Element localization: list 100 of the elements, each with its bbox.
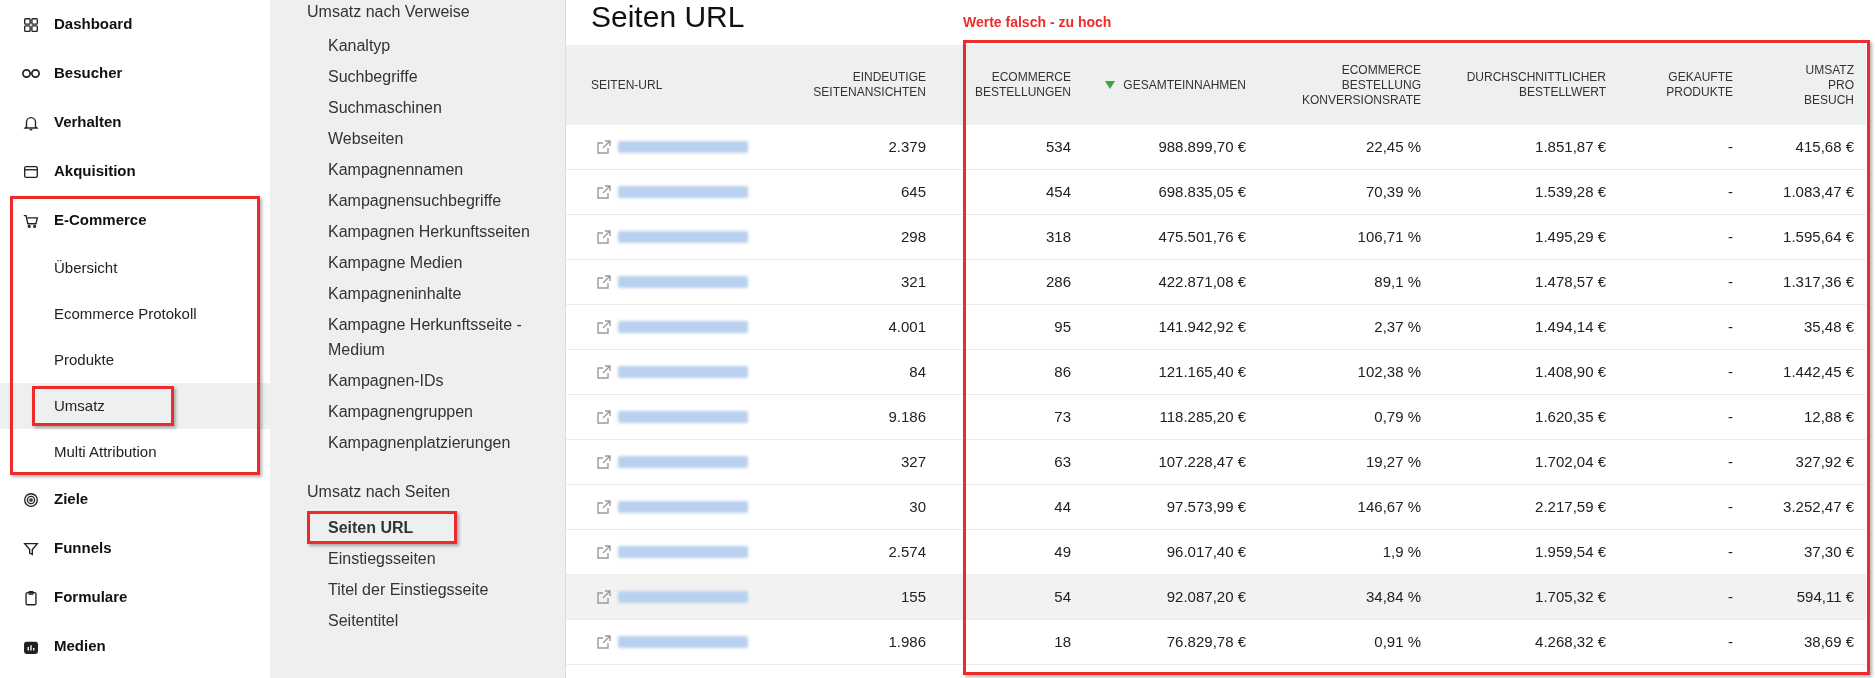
sidebar-item[interactable]: Besucher xyxy=(10,49,260,98)
table-row[interactable]: 155 54 92.087,20 € 34,84 % 1.705,32 € - 594,11 € xyxy=(566,575,1866,620)
table-cell-text: 594,11 € xyxy=(1795,586,1855,607)
external-link-icon[interactable] xyxy=(596,319,612,335)
subnav-link[interactable]: Kampagnensuchbegriffe xyxy=(328,185,502,216)
sidebar-item[interactable]: Dashboard xyxy=(10,0,260,49)
table-cell-text: 1.539,28 € xyxy=(1534,181,1607,202)
external-link-icon[interactable] xyxy=(596,409,612,425)
sidebar-item[interactable]: Funnels xyxy=(10,524,260,573)
table-cell-text: 1.986 xyxy=(887,631,927,652)
table-cell-text: 30 xyxy=(908,496,927,517)
table-cell-text: 96.017,40 € xyxy=(1165,541,1247,562)
table-cell-text: 121.165,40 € xyxy=(1157,361,1247,382)
external-link-icon[interactable] xyxy=(596,184,612,200)
sidebar-item[interactable]: E-Commerce xyxy=(10,196,260,245)
column-header[interactable]: ECOMMERCE BESTELLUNG KONVERSIONSRATE xyxy=(1258,62,1433,108)
table-cell-text: 3.252,47 € xyxy=(1782,496,1855,517)
table-cell-text: - xyxy=(1727,406,1734,427)
table-cell-text: 84 xyxy=(908,361,927,382)
table-cell-text: 1.702,04 € xyxy=(1534,451,1607,472)
sidebar-subitem[interactable]: Multi Attribution xyxy=(44,429,175,475)
sidebar-subitem[interactable]: Ecommerce Protokoll xyxy=(44,291,215,337)
table-cell-text: 118.285,20 € xyxy=(1158,406,1247,427)
subnav-link[interactable]: Kampagneninhalte xyxy=(328,278,462,309)
subnav-link[interactable]: Seitentitel xyxy=(328,605,399,636)
grid-icon xyxy=(22,15,40,34)
table-cell-text: 988.899,70 € xyxy=(1157,136,1247,157)
table-cell-text: - xyxy=(1727,496,1734,517)
table-cell-text: 106,71 % xyxy=(1356,226,1422,247)
table-cell-text: - xyxy=(1727,361,1734,382)
external-link-icon[interactable] xyxy=(596,499,612,515)
subnav-link[interactable]: Kampagne Medien xyxy=(328,247,463,278)
column-header[interactable]: ECOMMERCE BESTELLUNGEN xyxy=(938,70,1083,100)
subnav-link[interactable]: Webseiten xyxy=(328,123,404,154)
table-cell-text: 1.494,14 € xyxy=(1534,316,1607,337)
column-header[interactable]: SEITEN-URL xyxy=(566,77,766,93)
subnav-link[interactable]: Kampagnennamen xyxy=(328,154,464,185)
column-header[interactable]: GESAMTEINNAHMEN xyxy=(1083,77,1258,93)
table-cell-text: 645 xyxy=(899,181,927,202)
sidebar-item[interactable]: Formulare xyxy=(10,573,260,622)
table-cell-text: 12,88 € xyxy=(1802,406,1855,427)
table-cell-text: 1.595,64 € xyxy=(1782,226,1855,247)
table-cell-text: 22,45 % xyxy=(1364,136,1422,157)
table-cell-text: 97.573,99 € xyxy=(1165,496,1247,517)
subnav-link[interactable]: Titel der Einstiegsseite xyxy=(328,574,489,605)
subnav-link[interactable]: Kampagnengruppen xyxy=(328,396,473,427)
table-cell-text: 2.574 xyxy=(887,541,927,562)
table-cell-text: 19,27 % xyxy=(1364,451,1422,472)
subnav-link[interactable]: Kampagne Herkunftsseite - Medium xyxy=(328,309,558,365)
table-cell-text: 49 xyxy=(1053,541,1072,562)
external-link-icon[interactable] xyxy=(596,634,612,650)
column-header[interactable]: EINDEUTIGE SEITENANSICHTEN xyxy=(766,70,938,100)
external-link-icon[interactable] xyxy=(596,274,612,290)
external-link-icon[interactable] xyxy=(596,454,612,470)
table-cell-text: - xyxy=(1727,586,1734,607)
sidebar-item[interactable]: Verhalten xyxy=(10,98,260,147)
subnav-link[interactable]: Kampagnenplatzierungen xyxy=(328,427,511,458)
column-header[interactable]: UMSATZ PRO BESUCH xyxy=(1745,62,1866,108)
sidebar-subitem[interactable]: Produkte xyxy=(44,337,133,383)
sidebar-item[interactable]: Ziele xyxy=(10,475,260,524)
subnav-link[interactable]: Kanaltyp xyxy=(328,30,391,61)
table-cell-text: 286 xyxy=(1044,271,1072,292)
table-cell-text: - xyxy=(1727,136,1734,157)
table-cell-text: 327,92 € xyxy=(1794,451,1855,472)
subnav-link[interactable]: Einstiegsseiten xyxy=(328,543,436,574)
table-cell-text: 9.186 xyxy=(887,406,927,427)
external-link-icon[interactable] xyxy=(596,544,612,560)
table-cell-text: 1.495,29 € xyxy=(1534,226,1607,247)
table-cell-text: 54 xyxy=(1053,586,1072,607)
subnav-link[interactable]: Suchmaschinen xyxy=(328,92,442,123)
external-link-icon[interactable] xyxy=(596,364,612,380)
table-cell-text: 102,38 % xyxy=(1356,361,1422,382)
table-cell-text: 0,79 % xyxy=(1373,406,1422,427)
table-cell-text: - xyxy=(1727,181,1734,202)
table-cell-text: 1.620,35 € xyxy=(1534,406,1607,427)
table-cell-text: 18 xyxy=(1053,631,1072,652)
table-cell-text: 1.851,87 € xyxy=(1534,136,1607,157)
sidebar-item[interactable]: Akquisition xyxy=(10,147,260,196)
table-cell-text: 1.408,90 € xyxy=(1534,361,1607,382)
external-link-icon[interactable] xyxy=(596,589,612,605)
table-cell-text: 1.705,32 € xyxy=(1534,586,1607,607)
column-header[interactable]: DURCHSCHNITTLICHER BESTELLWERT xyxy=(1433,70,1618,100)
subnav-link[interactable]: Seiten URL xyxy=(328,512,414,543)
table-cell-text: 107.228,47 € xyxy=(1157,451,1247,472)
external-link-icon[interactable] xyxy=(596,139,612,155)
table-cell-text: 141.942,92 € xyxy=(1157,316,1247,337)
subnav-link[interactable]: Kampagnen Herkunftsseiten xyxy=(328,216,530,247)
table-cell-text: - xyxy=(1727,316,1734,337)
table-cell-text: 475.501,76 € xyxy=(1157,226,1247,247)
subnav-link[interactable]: Kampagnen-IDs xyxy=(328,365,444,396)
sidebar-subitem[interactable]: Übersicht xyxy=(44,245,136,291)
table-cell-text: 1,9 % xyxy=(1381,541,1422,562)
sidebar-item[interactable]: Medien xyxy=(10,622,260,671)
table-cell-text: 155 xyxy=(899,586,927,607)
subnav-link[interactable]: Suchbegriffe xyxy=(328,61,418,92)
table-cell-text: - xyxy=(1727,226,1734,247)
section-heading: Umsatz nach Verweise xyxy=(306,2,471,22)
external-link-icon[interactable] xyxy=(596,229,612,245)
table-cell-text: 4.268,32 € xyxy=(1534,631,1607,652)
column-header[interactable]: GEKAUFTE PRODUKTE xyxy=(1618,70,1745,100)
